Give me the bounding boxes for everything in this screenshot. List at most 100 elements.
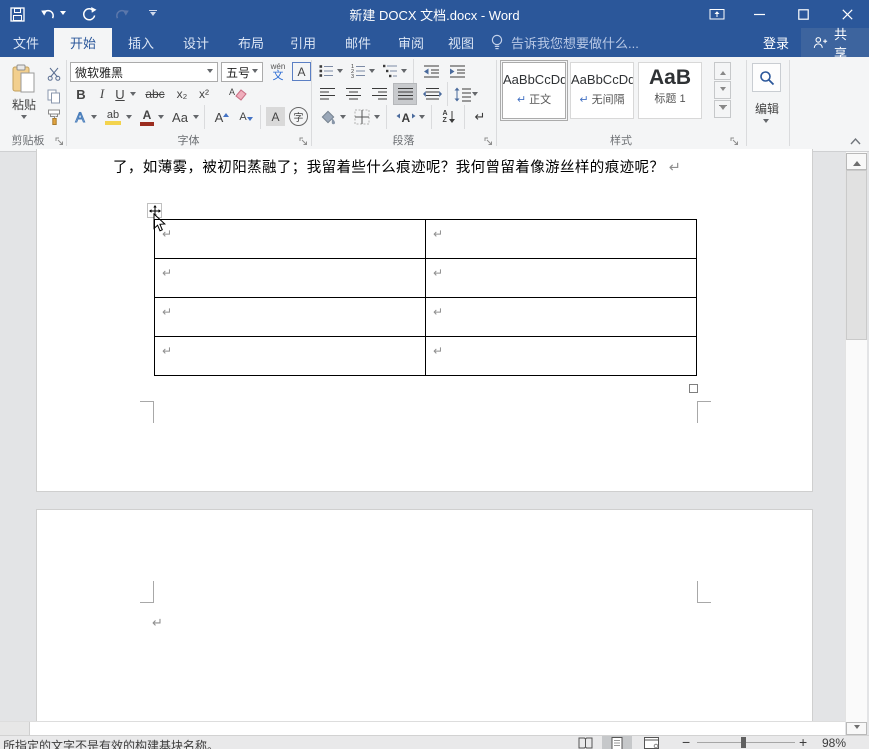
multilevel-caret[interactable]: [401, 69, 407, 76]
table-cell[interactable]: ↵: [426, 220, 697, 259]
format-painter-button[interactable]: [44, 107, 64, 127]
print-layout-button[interactable]: [602, 736, 632, 749]
paragraph-dialog-launcher[interactable]: [484, 134, 494, 144]
line-spacing-button[interactable]: [452, 84, 472, 104]
bold-button[interactable]: B: [72, 84, 90, 104]
tab-design[interactable]: 设计: [171, 28, 221, 57]
collapse-ribbon-button[interactable]: [846, 131, 864, 151]
share-button[interactable]: 共享: [801, 28, 869, 57]
justify-button[interactable]: [393, 83, 417, 105]
numbering-caret[interactable]: [369, 69, 375, 76]
clear-formatting-button[interactable]: A: [226, 84, 250, 104]
table-cell[interactable]: ↵: [155, 220, 426, 259]
show-hide-marks-button[interactable]: ↵: [470, 107, 490, 127]
shading-button[interactable]: [318, 107, 338, 127]
styles-scroll-up-button[interactable]: [714, 62, 731, 80]
align-left-button[interactable]: [317, 84, 337, 104]
highlight-caret[interactable]: [126, 115, 132, 122]
text-effects-button[interactable]: A: [70, 107, 90, 127]
copy-button[interactable]: [44, 86, 64, 106]
change-case-button[interactable]: Aa: [168, 107, 192, 127]
web-layout-button[interactable]: [638, 736, 664, 749]
tab-mailings[interactable]: 邮件: [333, 28, 383, 57]
scroll-down-button[interactable]: [846, 722, 867, 735]
maximize-button[interactable]: [781, 0, 825, 28]
asian-layout-button[interactable]: A: [394, 107, 418, 127]
subscript-button[interactable]: x₂: [172, 84, 192, 104]
styles-dialog-launcher[interactable]: [730, 134, 740, 144]
horizontal-scrollbar-track[interactable]: [0, 721, 845, 735]
read-mode-button[interactable]: [572, 736, 598, 749]
distribute-button[interactable]: [420, 84, 444, 104]
underline-button[interactable]: U: [112, 84, 128, 104]
align-center-button[interactable]: [343, 84, 363, 104]
save-button[interactable]: [8, 3, 26, 25]
strikethrough-button[interactable]: abc: [142, 84, 168, 104]
paragraph-text[interactable]: 了，如薄雾，被初阳蒸融了；我留着些什么痕迹呢？我何曾留着像游丝样的痕迹呢？ ↵: [113, 156, 681, 177]
sort-button[interactable]: A Z: [438, 107, 460, 127]
font-size-combo[interactable]: 五号: [221, 62, 263, 82]
style-card-no-spacing[interactable]: AaBbCcDd ↵ 无间隔: [570, 62, 634, 119]
styles-scroll-down-button[interactable]: [714, 81, 731, 99]
tab-review[interactable]: 审阅: [386, 28, 436, 57]
styles-more-button[interactable]: [714, 100, 731, 118]
sign-in-button[interactable]: 登录: [763, 28, 789, 57]
undo-dropdown-caret[interactable]: [60, 11, 66, 18]
style-card-normal[interactable]: AaBbCcDd ↵ 正文: [502, 62, 566, 119]
zoom-level[interactable]: 98%: [822, 736, 846, 749]
line-spacing-caret[interactable]: [472, 92, 478, 99]
tab-file[interactable]: 文件: [6, 28, 46, 57]
highlight-button[interactable]: ab: [102, 107, 124, 127]
character-border-button[interactable]: A: [292, 62, 311, 81]
zoom-in-button[interactable]: +: [799, 734, 807, 749]
table-cell[interactable]: ↵: [426, 259, 697, 298]
undo-button[interactable]: [40, 3, 66, 25]
horizontal-scrollbar-thumb[interactable]: [0, 722, 30, 735]
table-cell[interactable]: ↵: [426, 337, 697, 376]
cut-button[interactable]: [44, 64, 64, 84]
tell-me-box[interactable]: 告诉我您想要做什么...: [490, 28, 639, 57]
decrease-indent-button[interactable]: [421, 61, 441, 81]
customize-qat-button[interactable]: [144, 3, 162, 25]
paste-dropdown-caret[interactable]: [21, 115, 27, 122]
phonetic-guide-button[interactable]: wén 文: [266, 59, 290, 85]
font-color-button[interactable]: A: [138, 107, 156, 127]
underline-caret[interactable]: [130, 92, 136, 99]
shrink-font-button[interactable]: A: [236, 107, 256, 127]
ribbon-display-options-button[interactable]: [697, 0, 737, 28]
table-resize-handle[interactable]: [689, 384, 698, 393]
superscript-button[interactable]: x²: [194, 84, 214, 104]
shading-caret[interactable]: [340, 115, 346, 122]
tab-home[interactable]: 开始: [54, 28, 112, 57]
align-right-button[interactable]: [369, 84, 389, 104]
character-shading-button[interactable]: A: [266, 107, 285, 126]
bullets-caret[interactable]: [337, 69, 343, 76]
table-cell[interactable]: ↵: [155, 337, 426, 376]
style-card-heading1[interactable]: AaB 标题 1: [638, 62, 702, 119]
asian-layout-caret[interactable]: [419, 115, 425, 122]
table-cell[interactable]: ↵: [155, 298, 426, 337]
document-table[interactable]: ↵ ↵ ↵ ↵ ↵ ↵ ↵ ↵: [154, 219, 697, 376]
paste-button[interactable]: 粘贴: [6, 61, 42, 125]
editing-caret[interactable]: [763, 119, 769, 126]
borders-button[interactable]: [352, 107, 372, 127]
increase-indent-button[interactable]: [447, 61, 467, 81]
table-cell[interactable]: ↵: [426, 298, 697, 337]
zoom-out-button[interactable]: −: [682, 734, 690, 749]
zoom-slider-track[interactable]: [697, 742, 795, 743]
scroll-up-button[interactable]: [846, 153, 867, 170]
font-name-combo[interactable]: 微软雅黑: [70, 62, 218, 82]
clipboard-dialog-launcher[interactable]: [55, 134, 65, 144]
text-effects-caret[interactable]: [91, 115, 97, 122]
font-color-caret[interactable]: [158, 115, 164, 122]
multilevel-list-button[interactable]: [381, 61, 399, 81]
editing-group-button-label[interactable]: 编辑: [750, 98, 784, 118]
grow-font-button[interactable]: A: [212, 107, 232, 127]
find-button[interactable]: [752, 63, 781, 92]
vertical-scrollbar-thumb[interactable]: [846, 170, 867, 340]
tab-layout[interactable]: 布局: [226, 28, 276, 57]
bullets-button[interactable]: [317, 61, 335, 81]
tab-insert[interactable]: 插入: [116, 28, 166, 57]
redo-button[interactable]: [80, 3, 98, 25]
change-case-caret[interactable]: [193, 115, 199, 122]
